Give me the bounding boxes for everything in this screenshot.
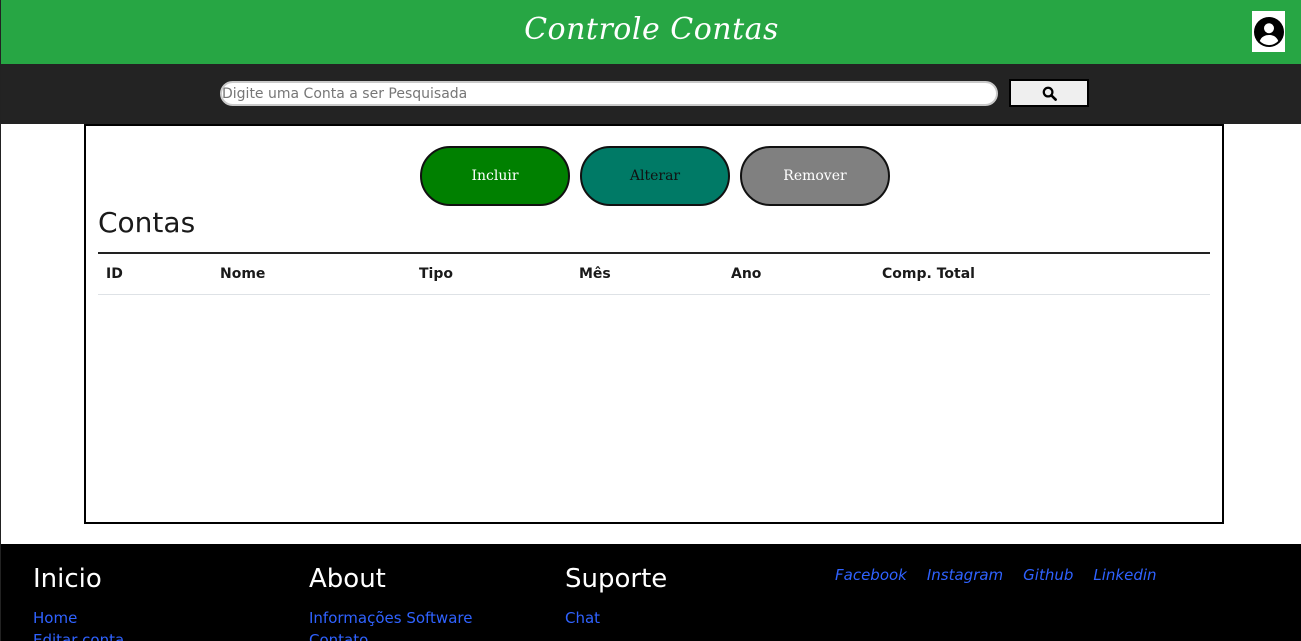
app-title: Controle Contas: [524, 12, 779, 47]
column-header-id[interactable]: ID: [98, 252, 212, 295]
footer-link-chat[interactable]: Chat: [565, 609, 600, 627]
column-header-nome[interactable]: Nome: [212, 252, 411, 295]
footer: Inicio Home Editar conta About Informaçõ…: [1, 544, 1301, 641]
search-button[interactable]: [1009, 79, 1089, 107]
column-header-ano[interactable]: Ano: [723, 252, 874, 295]
column-header-tipo[interactable]: Tipo: [411, 252, 571, 295]
social-links: Facebook Instagram Github Linkedin: [835, 566, 1157, 584]
social-link-linkedin[interactable]: Linkedin: [1093, 566, 1156, 584]
footer-col-inicio: Inicio Home Editar conta: [33, 564, 124, 641]
footer-col-about: About Informações Software Contato: [309, 564, 472, 641]
footer-heading-suporte: Suporte: [565, 564, 668, 594]
table-header-row: ID Nome Tipo Mês Ano Comp. Total: [98, 252, 1210, 295]
social-link-instagram[interactable]: Instagram: [927, 566, 1003, 584]
footer-link-home[interactable]: Home: [33, 609, 77, 627]
column-header-mes[interactable]: Mês: [571, 252, 723, 295]
alterar-button[interactable]: Alterar: [580, 146, 730, 206]
footer-link-informacoes-software[interactable]: Informações Software: [309, 609, 472, 627]
search-bar: [1, 64, 1301, 124]
footer-col-suporte: Suporte Chat: [565, 564, 667, 630]
search-input[interactable]: [220, 81, 998, 106]
user-circle-icon: [1253, 16, 1284, 47]
remover-button[interactable]: Remover: [740, 146, 890, 206]
contas-panel: Incluir Alterar Remover Contas ID Nome T…: [84, 124, 1224, 524]
footer-heading-inicio: Inicio: [33, 564, 102, 594]
page: Controle Contas Incluir Alterar Remover …: [0, 0, 1301, 641]
search-icon: [1042, 86, 1057, 101]
footer-link-contato[interactable]: Contato: [309, 631, 368, 641]
footer-heading-about: About: [309, 564, 386, 594]
social-link-facebook[interactable]: Facebook: [835, 566, 907, 584]
column-header-comp-total[interactable]: Comp. Total: [874, 252, 1210, 295]
user-avatar[interactable]: [1252, 11, 1285, 52]
page-title: Contas: [98, 206, 196, 239]
social-link-github[interactable]: Github: [1023, 566, 1073, 584]
contas-table: ID Nome Tipo Mês Ano Comp. Total: [98, 252, 1210, 295]
footer-link-editar-conta[interactable]: Editar conta: [33, 631, 124, 641]
app-header: Controle Contas: [1, 0, 1301, 64]
incluir-button[interactable]: Incluir: [420, 146, 570, 206]
action-buttons: Incluir Alterar Remover: [420, 146, 890, 206]
